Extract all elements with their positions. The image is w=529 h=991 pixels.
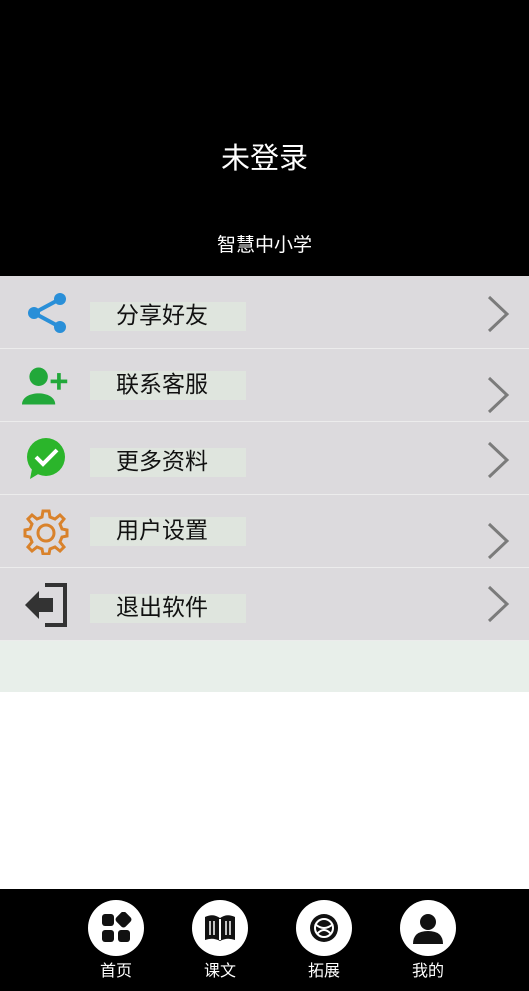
- share-icon: [22, 291, 70, 335]
- menu-item-share[interactable]: 分享好友: [0, 276, 529, 349]
- tab-mine[interactable]: 我的: [393, 900, 463, 981]
- tab-label: 课文: [203, 961, 236, 980]
- chevron-right-icon: [485, 440, 511, 480]
- app-name: 智慧中小学: [216, 234, 312, 256]
- globe-icon: [296, 900, 352, 956]
- menu-item-label: 联系客服: [90, 371, 246, 400]
- gear-icon: [22, 509, 70, 555]
- tab-extension[interactable]: 拓展: [289, 900, 359, 981]
- chevron-right-icon: [485, 294, 511, 334]
- tab-home[interactable]: 首页: [81, 900, 151, 981]
- menu-item-label: 分享好友: [90, 302, 246, 331]
- chevron-right-icon: [485, 375, 511, 415]
- tab-label: 拓展: [307, 961, 340, 980]
- wechat-check-icon: [22, 437, 70, 481]
- settings-menu: 分享好友 联系客服 更多资料 用户设置 退出软件: [0, 276, 529, 641]
- menu-item-exit-app[interactable]: 退出软件: [0, 568, 529, 641]
- tab-lessons[interactable]: 课文: [185, 900, 255, 981]
- menu-footer-band: [0, 641, 529, 692]
- menu-item-label: 更多资料: [90, 448, 246, 477]
- menu-item-label: 用户设置: [90, 517, 246, 546]
- menu-item-contact-support[interactable]: 联系客服: [0, 349, 529, 422]
- chevron-right-icon: [485, 521, 511, 561]
- login-status[interactable]: 未登录: [0, 138, 529, 178]
- chevron-right-icon: [485, 584, 511, 624]
- tab-label: 首页: [99, 961, 132, 980]
- tab-label: 我的: [411, 961, 444, 980]
- menu-item-more-materials[interactable]: 更多资料: [0, 422, 529, 495]
- menu-item-user-settings[interactable]: 用户设置: [0, 495, 529, 568]
- bottom-tab-bar: 首页 课文 拓展 我的: [0, 889, 529, 991]
- add-user-icon: [22, 364, 70, 408]
- menu-item-label: 退出软件: [90, 594, 246, 623]
- exit-icon: [22, 583, 70, 627]
- book-icon: [192, 900, 248, 956]
- profile-header: 未登录 智慧中小学: [0, 0, 529, 276]
- home-grid-icon: [88, 900, 144, 956]
- person-icon: [400, 900, 456, 956]
